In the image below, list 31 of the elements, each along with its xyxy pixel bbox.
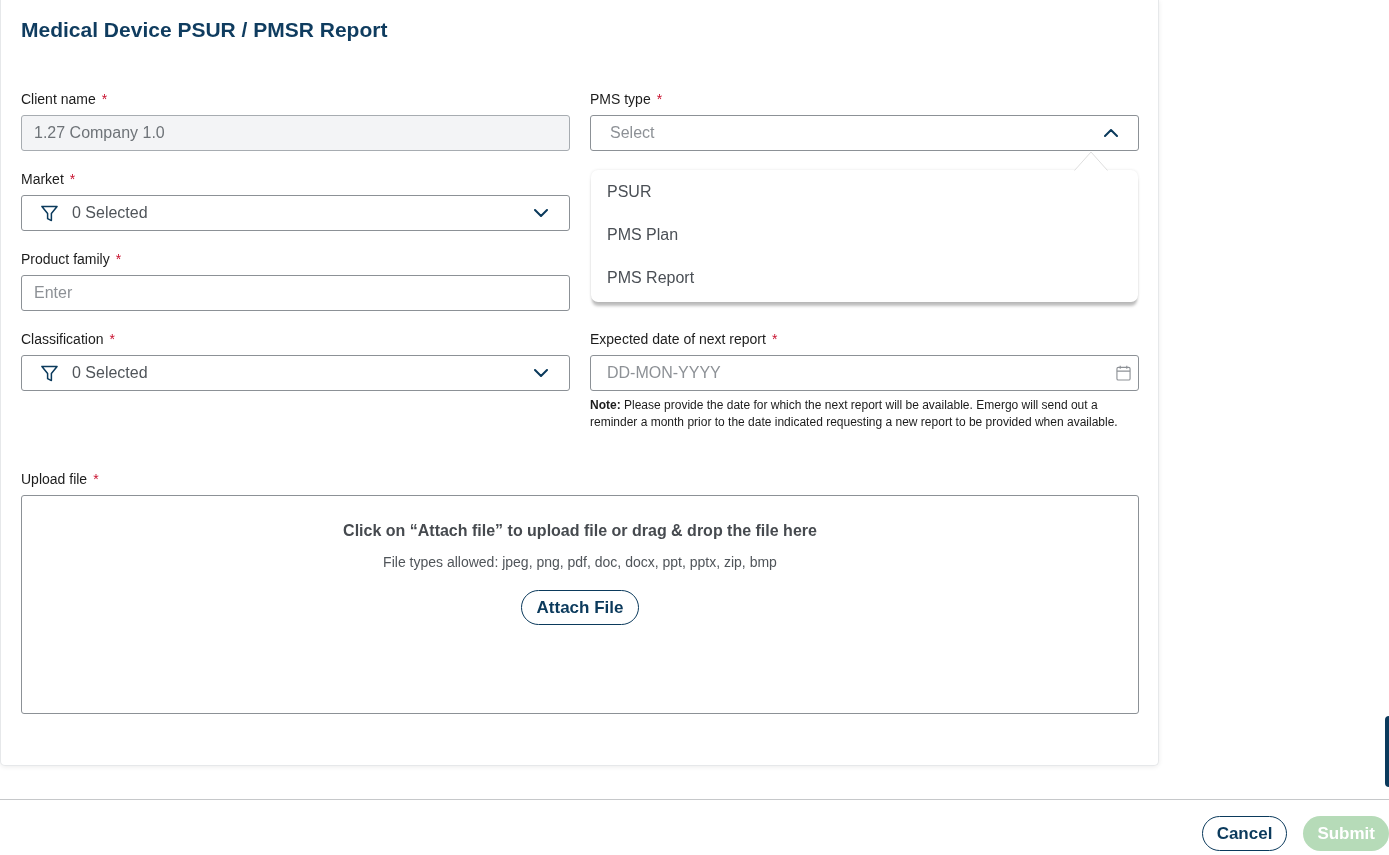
required-mark: *: [771, 330, 778, 348]
file-types-text: File types allowed: jpeg, png, pdf, doc, docx, ppt, pptx, zip, bmp: [383, 553, 777, 571]
date-field[interactable]: DD-MON-YYYY: [590, 355, 1139, 391]
field-label: Market: [21, 170, 64, 188]
note-text: Note: Please provide the date for which the next report will be available. Emergo will send out a reminder a month prior to the date indicated requesting a new report to be provided when available.: [590, 397, 1119, 431]
field-label: Classification: [21, 330, 104, 348]
filter-icon: [41, 204, 58, 222]
side-tab[interactable]: [1385, 716, 1389, 787]
field-label: Expected date of next report: [590, 330, 766, 348]
required-mark: *: [101, 90, 108, 108]
dropdown-option[interactable]: PMS Plan: [591, 213, 1138, 256]
field-label: PMS type: [590, 90, 651, 108]
required-mark: *: [115, 250, 122, 268]
page-title: Medical Device PSUR / PMSR Report: [21, 18, 388, 42]
required-mark: *: [69, 170, 76, 188]
multiselect-field[interactable]: 0 Selected: [21, 355, 570, 391]
required-mark: *: [656, 90, 663, 108]
field-label: Upload file: [21, 470, 88, 488]
field-label: Product family: [21, 250, 110, 268]
upload-instruction: Click on “Attach file” to upload file or drag & drop the file here: [343, 521, 817, 541]
text-input[interactable]: Enter: [21, 275, 570, 311]
calendar-icon: [1116, 365, 1131, 381]
dropdown-option[interactable]: PMS Report: [591, 256, 1138, 299]
cancel-button[interactable]: Cancel: [1201, 816, 1288, 851]
dropdown-option[interactable]: PSUR: [591, 170, 1138, 213]
required-mark: *: [93, 470, 99, 488]
attach-file-button[interactable]: Attach File: [520, 590, 640, 625]
multiselect-field[interactable]: 0 Selected: [21, 195, 570, 231]
required-mark: *: [109, 330, 115, 348]
filter-icon: [41, 364, 58, 382]
field-label: Client name: [21, 90, 96, 108]
